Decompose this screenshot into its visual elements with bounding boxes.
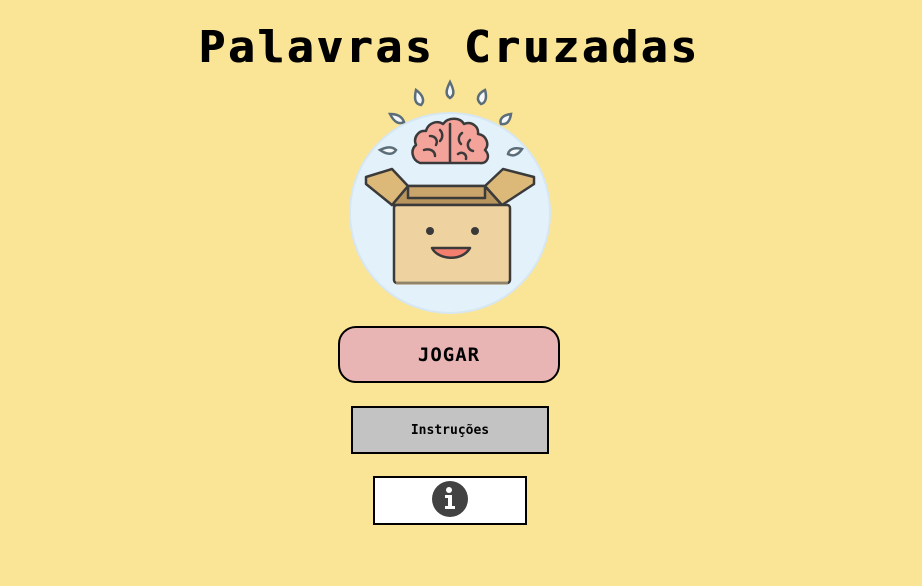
info-button[interactable] [373,476,527,525]
brain-box-logo [340,78,560,318]
play-button[interactable]: JOGAR [338,326,560,383]
info-icon [431,480,469,522]
game-title: Palavras Cruzadas [198,22,700,73]
instructions-button[interactable]: Instruções [351,406,549,454]
